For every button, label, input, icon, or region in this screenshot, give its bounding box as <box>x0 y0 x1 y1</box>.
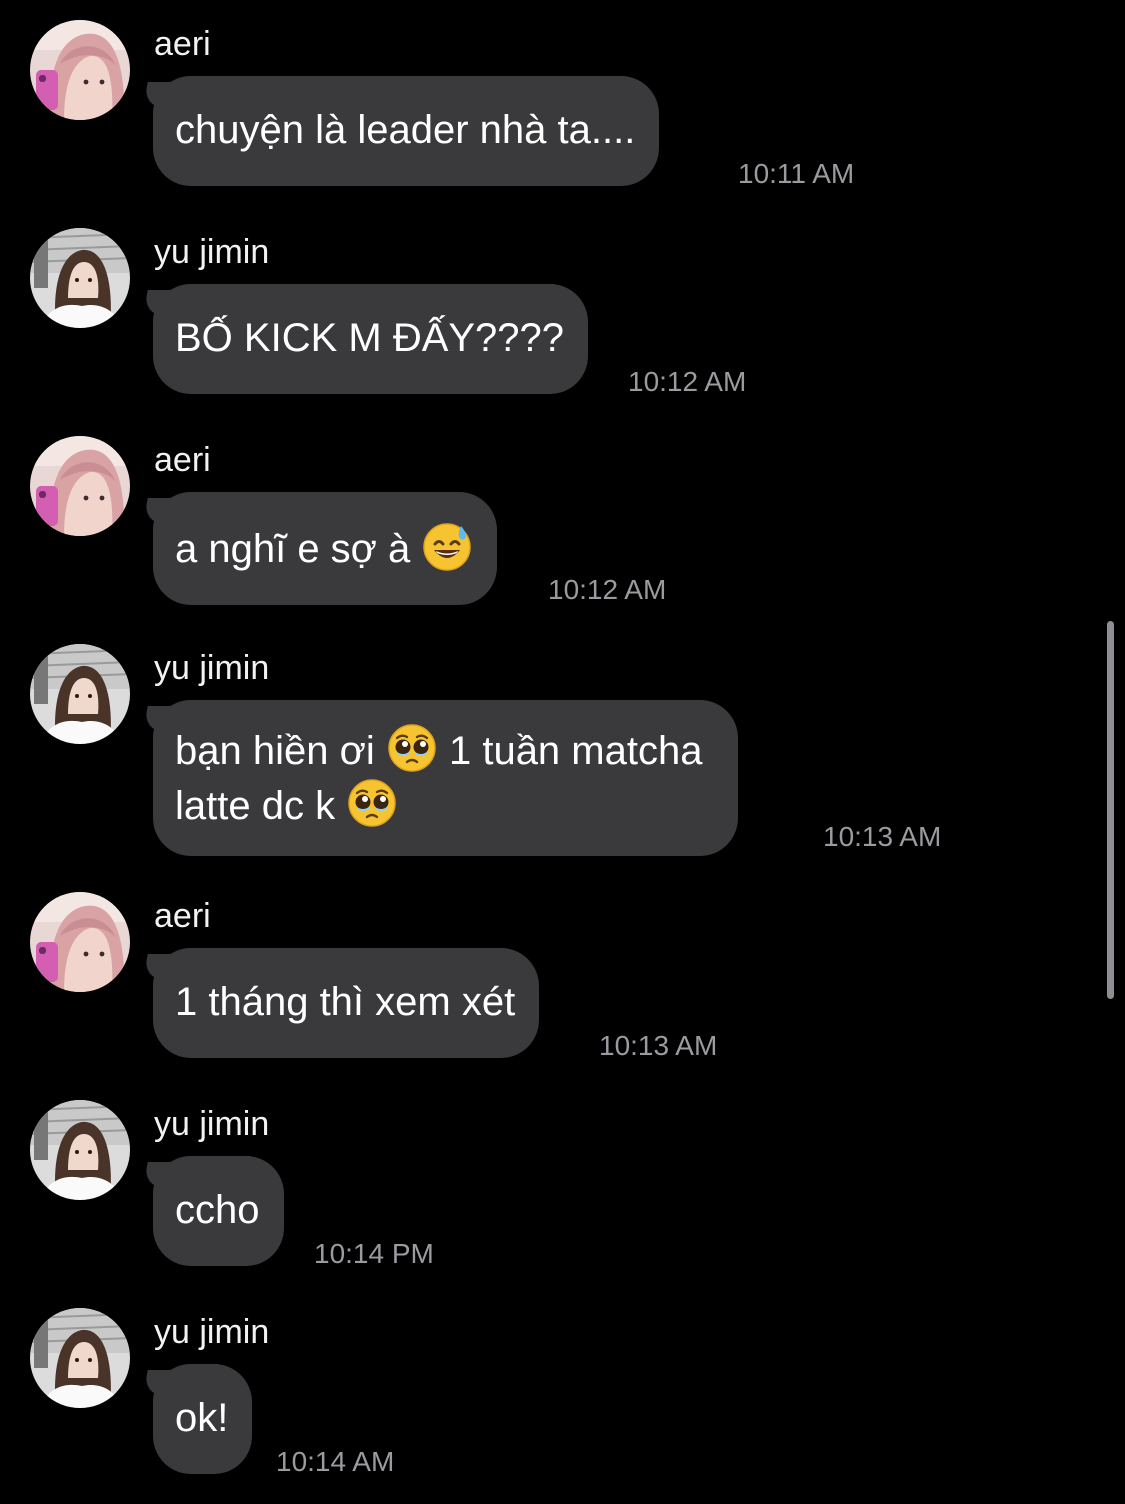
pleading-face-icon <box>386 722 438 774</box>
avatar[interactable] <box>30 436 130 536</box>
sender-name: aeri <box>154 897 211 935</box>
bubble-tail <box>142 954 174 980</box>
message-text: 1 tuần matcha <box>448 729 703 773</box>
message-bubble[interactable]: BỐ KICK M ĐẤY???? <box>142 284 589 394</box>
message-timestamp: 10:11 AM <box>738 158 855 189</box>
avatar-yu-jimin-icon <box>30 1100 130 1200</box>
grinning-face-with-sweat-icon <box>421 520 473 572</box>
message-line: bạn hiền ơi 1 tuần matcha <box>175 722 702 777</box>
message-timestamp: 10:12 AM <box>548 574 667 605</box>
message-timestamp: 10:14 AM <box>276 1446 395 1477</box>
sender-name: yu jimin <box>154 1313 270 1351</box>
bubble-tail <box>142 498 174 524</box>
bubble-tail <box>142 1370 174 1396</box>
message-bubble[interactable]: ccho <box>142 1156 284 1266</box>
message-bubble[interactable]: a nghĩ e sợ à <box>142 492 498 605</box>
pleading-face-icon <box>346 777 398 829</box>
message-text: ccho <box>175 1188 260 1232</box>
bubble-tail <box>142 290 174 316</box>
message-text: chuyện là leader nhà ta.... <box>175 108 636 152</box>
message-bubble[interactable]: bạn hiền ơi 1 tuần matcha latte dc k <box>142 700 739 856</box>
sender-name: yu jimin <box>154 649 270 687</box>
avatar[interactable] <box>30 228 130 328</box>
message-text: bạn hiền ơi <box>175 729 375 773</box>
message-line: latte dc k <box>175 777 702 832</box>
sender-name: aeri <box>154 441 211 479</box>
message-timestamp: 10:13 AM <box>823 821 942 852</box>
bubble-tail <box>142 1162 174 1188</box>
scrollbar[interactable] <box>1107 621 1114 999</box>
chat-thread: aeri chuyện là leader nhà ta.... 10:11 A… <box>0 0 1125 1504</box>
bubble-tail <box>142 706 174 732</box>
avatar-yu-jimin-icon <box>30 644 130 744</box>
sender-name: yu jimin <box>154 233 270 271</box>
message-text: latte dc k <box>175 784 336 828</box>
avatar-aeri-icon <box>30 20 130 120</box>
message-bubble[interactable]: 1 tháng thì xem xét <box>142 948 540 1058</box>
bubble-tail <box>142 82 174 108</box>
avatar-aeri-icon <box>30 436 130 536</box>
message-timestamp: 10:12 AM <box>628 366 747 397</box>
message-bubble[interactable]: chuyện là leader nhà ta.... <box>142 76 660 186</box>
avatar[interactable] <box>30 1100 130 1200</box>
message-timestamp: 10:14 PM <box>314 1238 434 1269</box>
message-text: 1 tháng thì xem xét <box>175 980 516 1024</box>
message-text: BỐ KICK M ĐẤY???? <box>175 316 565 360</box>
avatar[interactable] <box>30 1308 130 1408</box>
avatar-yu-jimin-icon <box>30 1308 130 1408</box>
avatar[interactable] <box>30 644 130 744</box>
message-timestamp: 10:13 AM <box>599 1030 718 1061</box>
message-text: a nghĩ e sợ à <box>175 527 411 571</box>
avatar[interactable] <box>30 20 130 120</box>
sender-name: aeri <box>154 25 211 63</box>
sender-name: yu jimin <box>154 1105 270 1143</box>
avatar-aeri-icon <box>30 892 130 992</box>
avatar-yu-jimin-icon <box>30 228 130 328</box>
avatar[interactable] <box>30 892 130 992</box>
message-bubble[interactable]: ok! <box>142 1364 253 1474</box>
message-text: ok! <box>175 1396 229 1440</box>
